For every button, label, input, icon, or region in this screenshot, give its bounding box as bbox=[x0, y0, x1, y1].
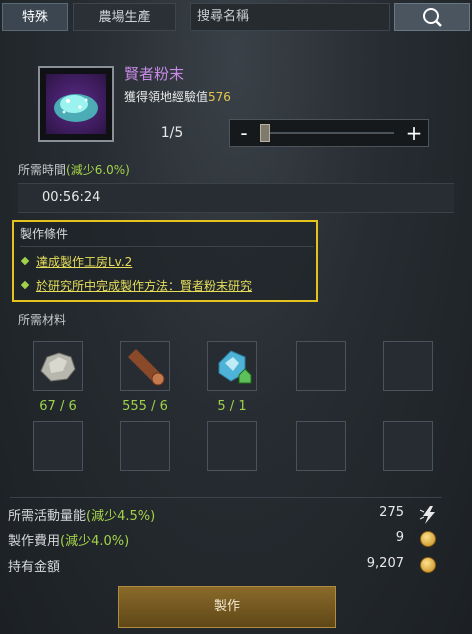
conditions-title: 製作條件 bbox=[20, 227, 69, 241]
material-slot[interactable] bbox=[120, 341, 170, 391]
divider bbox=[10, 497, 442, 498]
material-count: 555 / 6 bbox=[122, 399, 168, 414]
craft-button[interactable]: 製作 bbox=[118, 586, 336, 628]
material-count: 5 / 1 bbox=[217, 399, 247, 414]
gold-coin-icon bbox=[420, 557, 436, 573]
bullet-diamond-icon bbox=[20, 280, 30, 290]
required-time-label: 所需時間(減少6.0%) bbox=[18, 161, 130, 178]
material-slot-empty bbox=[383, 341, 433, 391]
fee-row: 製作費用(減少4.0%) 9 bbox=[8, 530, 444, 552]
material-slot-empty bbox=[207, 421, 257, 471]
tab-farm-production[interactable]: 農場生產 bbox=[73, 3, 176, 31]
material-slot-empty bbox=[120, 421, 170, 471]
exp-label: 獲得領地經驗值 bbox=[124, 90, 209, 104]
minus-button[interactable]: - bbox=[230, 120, 258, 146]
item-icon-frame bbox=[38, 66, 114, 142]
materials-title: 所需材料 bbox=[18, 313, 67, 327]
crafting-conditions: 製作條件 達成製作工房Lv.2 於研究所中完成製作方法：賢者粉末研究 bbox=[12, 220, 318, 302]
search-icon bbox=[423, 8, 442, 27]
slider-thumb[interactable] bbox=[260, 124, 270, 142]
crystal-icon bbox=[218, 350, 252, 384]
time-reduction: (減少6.0%) bbox=[66, 163, 130, 177]
search-button[interactable] bbox=[394, 3, 470, 31]
bullet-diamond-icon bbox=[20, 256, 30, 266]
condition-text: 達成製作工房Lv.2 bbox=[36, 255, 133, 269]
energy-reduction: (減少4.5%) bbox=[86, 509, 156, 524]
gold-label: 持有金額 bbox=[8, 560, 61, 575]
search-input[interactable]: 搜尋名稱 bbox=[190, 3, 390, 31]
condition-item[interactable]: 達成製作工房Lv.2 bbox=[20, 253, 133, 270]
slider-track bbox=[264, 132, 394, 134]
energy-row: 所需活動量能(減少4.5%) 275 bbox=[8, 505, 444, 527]
energy-value: 275 bbox=[379, 505, 404, 520]
divider bbox=[20, 246, 314, 247]
energy-icon bbox=[419, 506, 435, 524]
quantity-display: 1/5 bbox=[160, 125, 184, 141]
tab-special[interactable]: 特殊 bbox=[2, 3, 68, 31]
material-slot-empty bbox=[296, 421, 346, 471]
gold-value: 9,207 bbox=[366, 556, 404, 571]
sage-powder-icon bbox=[46, 74, 106, 134]
material-count: 67 / 6 bbox=[39, 399, 77, 414]
fee-reduction: (減少4.0%) bbox=[60, 534, 130, 549]
material-slot[interactable] bbox=[33, 341, 83, 391]
gold-coin-icon bbox=[420, 531, 436, 547]
time-label-text: 所需時間 bbox=[18, 163, 67, 177]
condition-text: 於研究所中完成製作方法：賢者粉末研究 bbox=[36, 279, 253, 293]
time-bar: 00:56:24 bbox=[18, 183, 454, 213]
timber-icon bbox=[128, 349, 165, 386]
fee-label: 製作費用 bbox=[8, 534, 61, 549]
material-slot-empty bbox=[383, 421, 433, 471]
fee-value: 9 bbox=[395, 530, 404, 545]
condition-item[interactable]: 於研究所中完成製作方法：賢者粉末研究 bbox=[20, 277, 253, 294]
exp-value: 576 bbox=[208, 90, 231, 104]
material-slot-empty bbox=[296, 341, 346, 391]
quantity-slider[interactable]: - + bbox=[229, 119, 429, 147]
plus-button[interactable]: + bbox=[400, 120, 428, 146]
time-value: 00:56:24 bbox=[42, 190, 101, 205]
item-exp: 獲得領地經驗值576 bbox=[124, 88, 231, 105]
energy-label: 所需活動量能 bbox=[8, 509, 87, 524]
item-name: 賢者粉末 bbox=[124, 65, 185, 83]
ore-icon bbox=[40, 352, 76, 382]
material-slot-empty bbox=[33, 421, 83, 471]
gold-row: 持有金額 9,207 bbox=[8, 556, 444, 578]
material-slot[interactable] bbox=[207, 341, 257, 391]
